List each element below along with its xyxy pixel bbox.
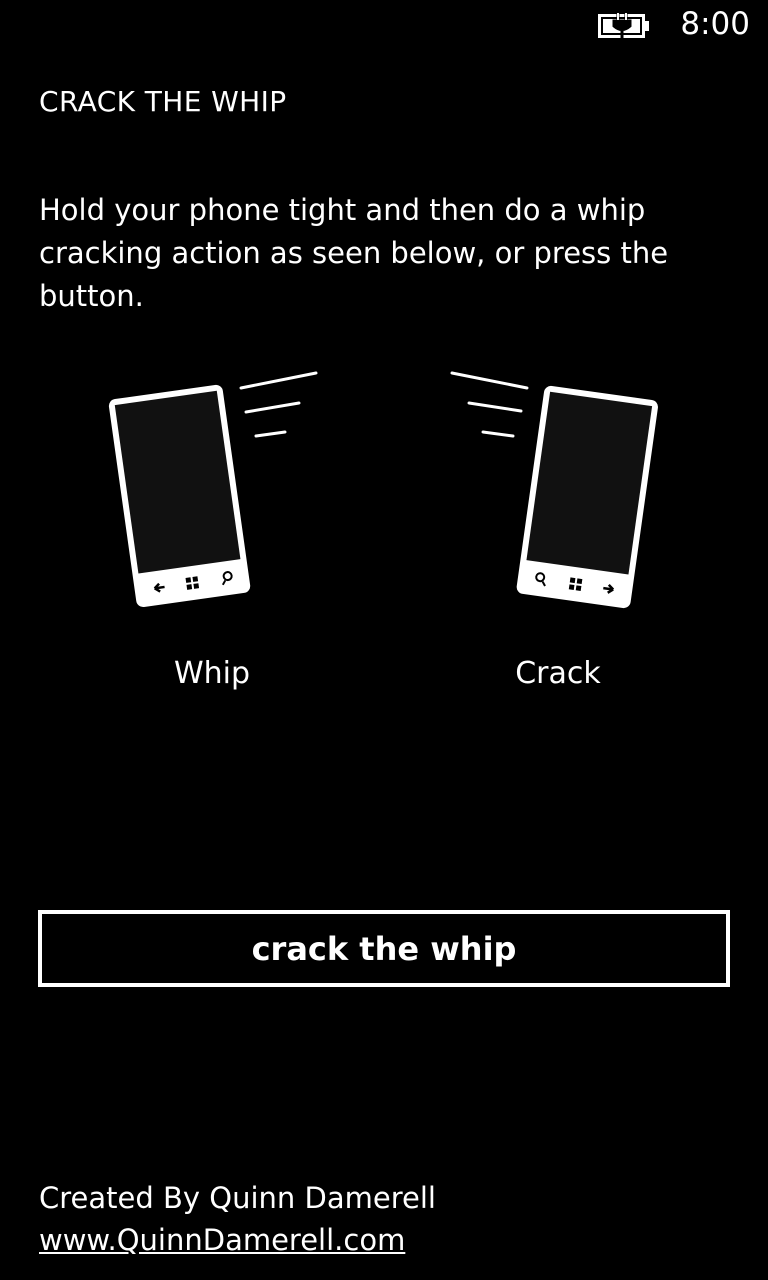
app-title: CRACK THE WHIP bbox=[39, 85, 287, 118]
website-link[interactable]: www.QuinnDamerell.com bbox=[39, 1220, 405, 1260]
phone-crack-icon bbox=[450, 371, 658, 609]
crack-the-whip-button[interactable]: crack the whip bbox=[38, 910, 730, 987]
status-bar: 8:00 bbox=[0, 0, 768, 50]
crack-label: Crack bbox=[515, 656, 601, 691]
credit-text: Created By Quinn Damerell bbox=[39, 1181, 436, 1215]
clock: 8:00 bbox=[680, 6, 750, 42]
phone-whip-icon bbox=[108, 371, 318, 608]
battery-charging-icon bbox=[598, 13, 649, 39]
instructions-text: Hold your phone tight and then do a whip… bbox=[39, 193, 669, 313]
whip-label: Whip bbox=[173, 656, 251, 691]
